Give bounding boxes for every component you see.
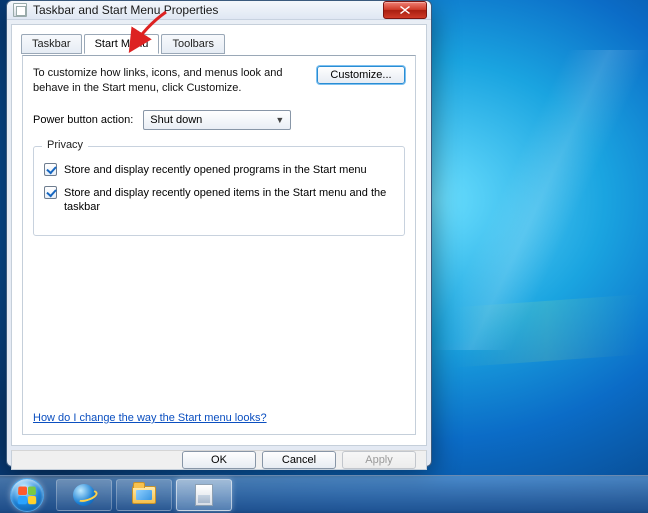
start-button[interactable] [2,477,52,513]
taskbar-item-properties[interactable] [176,479,232,511]
privacy-option-programs[interactable]: Store and display recently opened progra… [44,163,394,178]
dialog-body: Taskbar Start Menu Toolbars To customize… [11,24,427,446]
desktop: Taskbar and Start Menu Properties Taskba… [0,0,648,513]
checkbox-icon[interactable] [44,163,57,176]
properties-window-icon [195,484,213,506]
taskbar[interactable] [0,475,648,513]
customize-button[interactable]: Customize... [317,66,405,84]
tab-toolbars[interactable]: Toolbars [161,34,225,54]
apply-button[interactable]: Apply [342,451,416,469]
power-action-value: Shut down [150,114,202,126]
chevron-down-icon: ▼ [275,115,284,125]
customize-description: To customize how links, icons, and menus… [33,66,307,96]
close-button[interactable] [383,1,427,19]
privacy-option-items[interactable]: Store and display recently opened items … [44,186,394,216]
folder-icon [132,486,156,504]
tab-panel-start-menu: To customize how links, icons, and menus… [22,55,416,435]
power-action-label: Power button action: [33,114,133,126]
privacy-legend: Privacy [42,139,88,151]
privacy-programs-label: Store and display recently opened progra… [64,163,367,178]
internet-explorer-icon [73,484,95,506]
tab-start-menu[interactable]: Start Menu [84,34,160,54]
tab-strip: Taskbar Start Menu Toolbars [21,33,416,55]
close-icon [400,6,410,14]
taskbar-item-internet-explorer[interactable] [56,479,112,511]
tab-taskbar[interactable]: Taskbar [21,34,82,54]
privacy-items-label: Store and display recently opened items … [64,186,394,216]
power-action-select[interactable]: Shut down ▼ [143,110,291,130]
window-title: Taskbar and Start Menu Properties [33,3,383,17]
checkbox-icon[interactable] [44,186,57,199]
dialog-footer: OK Cancel Apply [11,450,427,470]
help-link-start-menu-looks[interactable]: How do I change the way the Start menu l… [33,412,267,424]
window-icon [13,3,27,17]
privacy-groupbox: Privacy Store and display recently opene… [33,146,405,237]
start-orb-icon [10,478,44,512]
taskbar-startmenu-properties-dialog: Taskbar and Start Menu Properties Taskba… [6,0,432,467]
ok-button[interactable]: OK [182,451,256,469]
taskbar-item-file-explorer[interactable] [116,479,172,511]
cancel-button[interactable]: Cancel [262,451,336,469]
titlebar[interactable]: Taskbar and Start Menu Properties [7,1,431,20]
